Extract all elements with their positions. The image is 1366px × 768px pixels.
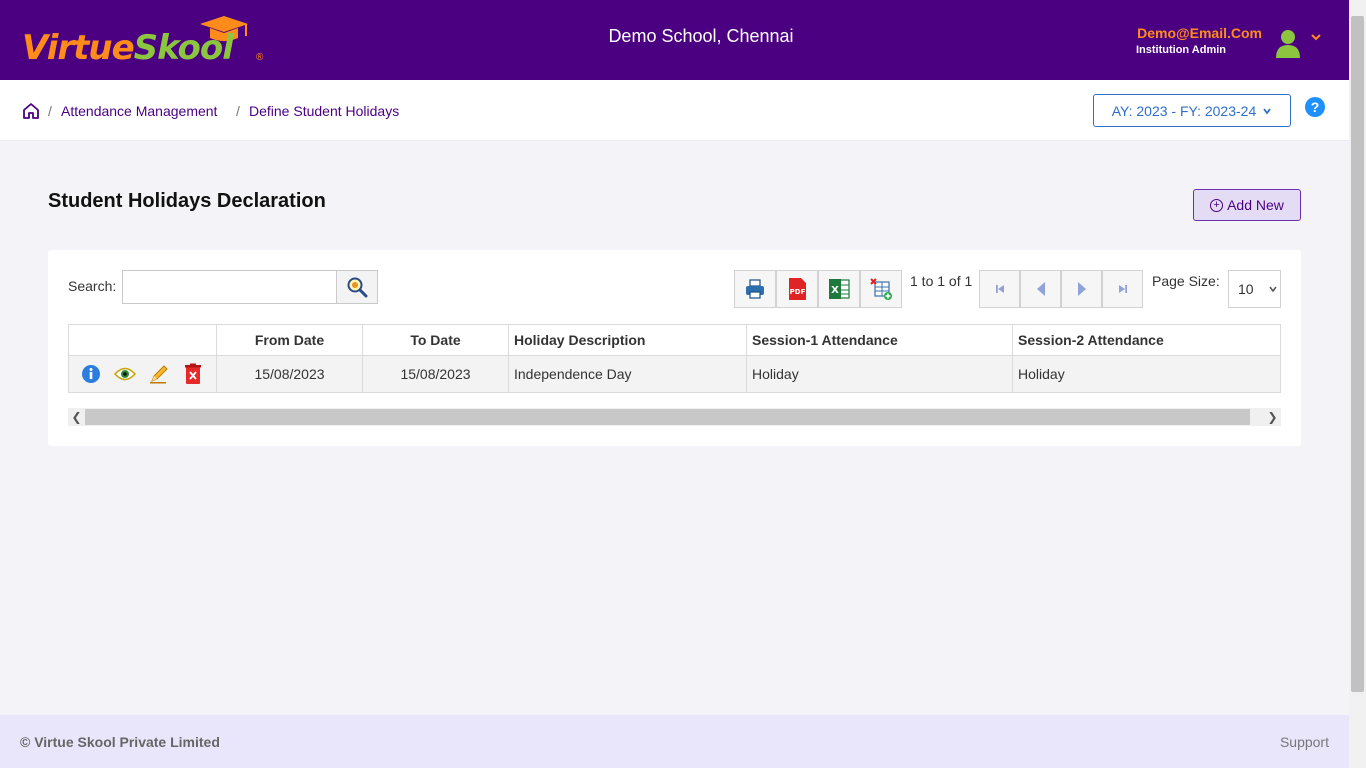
page-vertical-scrollbar-thumb[interactable] [1351,16,1364,692]
breadcrumb-separator: / [48,103,52,119]
excel-icon: X [829,279,850,299]
search-input[interactable] [122,270,337,304]
user-avatar-icon[interactable] [1274,28,1302,58]
next-page-icon [1077,282,1086,296]
help-icon[interactable]: ? [1305,97,1325,117]
table-row[interactable]: 15/08/2023 15/08/2023 Independence Day H… [68,355,1281,393]
column-header-holiday-description[interactable]: Holiday Description [508,324,747,356]
horizontal-scrollbar[interactable]: ❮ ❯ [68,408,1281,426]
edit-pencil-icon[interactable] [148,363,170,385]
horizontal-scrollbar-thumb[interactable] [85,409,1250,425]
scroll-right-icon[interactable]: ❯ [1264,408,1281,426]
next-page-button[interactable] [1061,270,1102,308]
delete-trash-icon[interactable] [182,363,204,385]
user-role: Institution Admin [1136,44,1227,56]
breadcrumb-separator: / [236,103,240,119]
academic-year-value: AY: 2023 - FY: 2023-24 [1111,102,1257,119]
page-size-select[interactable]: 10 [1228,270,1281,308]
chevron-down-icon [1268,286,1277,293]
scroll-left-icon[interactable]: ❮ [68,408,85,426]
add-new-label: Add New [1227,197,1284,213]
cell-holiday-description: Independence Day [508,355,747,393]
cell-to-date: 15/08/2023 [362,355,509,393]
logo-text: VirtueSkool [22,28,234,68]
page-size-label: Page Size: [1152,273,1220,289]
previous-page-button[interactable] [1020,270,1061,308]
cell-session-1-attendance: Holiday [746,355,1013,393]
last-page-button[interactable] [1102,270,1143,308]
page-size-value: 10 [1238,281,1254,297]
page-title: Student Holidays Declaration [48,190,326,212]
column-header-to-date[interactable]: To Date [362,324,509,356]
column-header-from-date[interactable]: From Date [216,324,363,356]
breadcrumb-define-student-holidays[interactable]: Define Student Holidays [249,103,399,119]
logo-part-skool: Skool [133,28,234,68]
logo-registered-mark: ® [256,52,264,63]
home-icon[interactable] [22,102,40,120]
row-actions-cell [68,355,217,393]
svg-text:X: X [831,285,839,296]
breadcrumb: / Attendance Management / Define Student… [0,80,1349,141]
view-eye-icon[interactable] [114,363,136,385]
pdf-icon: PDF [789,278,806,300]
first-page-icon [995,285,1004,293]
page-vertical-scrollbar[interactable] [1349,0,1366,768]
page-footer: © Virtue Skool Private Limited Support [0,715,1349,768]
breadcrumb-attendance-management[interactable]: Attendance Management [61,103,217,119]
support-link[interactable]: Support [1280,734,1329,750]
printer-icon [746,279,764,299]
svg-text:PDF: PDF [790,288,806,296]
logo-part-virtue: Virtue [22,28,135,68]
column-chooser-button[interactable] [860,270,902,308]
export-pdf-button[interactable]: PDF [776,270,818,308]
previous-page-icon [1036,282,1045,296]
virtueskool-logo[interactable]: VirtueSkool ® [22,14,272,68]
holidays-grid-card: Search: PDF X 1 to 1 of 1 Page Size: 10 … [48,250,1301,446]
last-page-icon [1118,285,1127,293]
cell-session-2-attendance: Holiday [1012,355,1281,393]
first-page-button[interactable] [979,270,1020,308]
cell-from-date: 15/08/2023 [216,355,363,393]
add-new-button[interactable]: + Add New [1193,189,1301,221]
plus-circle-icon: + [1210,198,1224,212]
search-button[interactable] [336,270,378,304]
school-name: Demo School, Chennai [608,26,794,46]
copyright-text: © Virtue Skool Private Limited [20,734,220,750]
table-header-row: From Date To Date Holiday Description Se… [68,324,1281,356]
academic-year-select[interactable]: AY: 2023 - FY: 2023-24 [1093,94,1291,127]
column-header-actions [68,324,217,356]
export-excel-button[interactable]: X [818,270,860,308]
column-header-session-2-attendance[interactable]: Session-2 Attendance [1012,324,1281,356]
magnifier-icon [347,277,368,298]
holidays-table: From Date To Date Holiday Description Se… [68,324,1281,393]
chevron-down-icon [1263,107,1271,114]
top-header: VirtueSkool ® Demo School, Chennai Demo@… [0,0,1349,80]
user-email[interactable]: Demo@Email.Com [1137,25,1262,41]
column-header-session-1-attendance[interactable]: Session-1 Attendance [746,324,1013,356]
info-icon[interactable] [80,363,102,385]
table-columns-icon [870,278,892,300]
chevron-down-icon[interactable] [1309,30,1323,44]
print-button[interactable] [734,270,776,308]
search-label: Search: [68,278,117,294]
paging-info: 1 to 1 of 1 [910,273,973,289]
